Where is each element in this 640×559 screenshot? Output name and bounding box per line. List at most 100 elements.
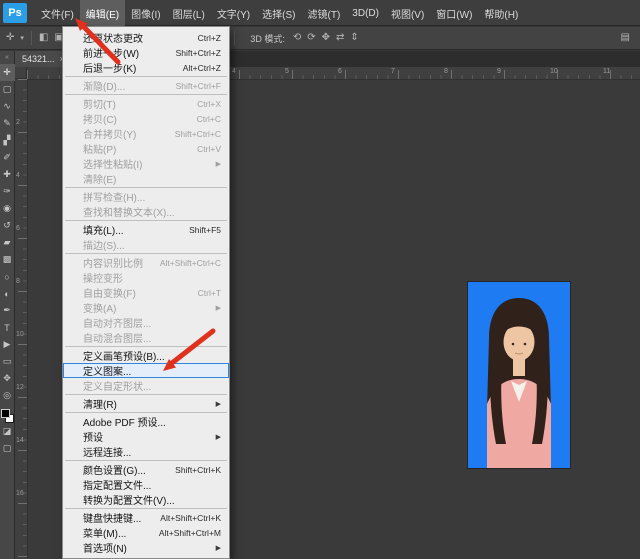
edit-menu-item[interactable]: 定义图案...: [63, 363, 229, 378]
quick-mask-icon[interactable]: ◪: [0, 423, 15, 440]
hand-tool[interactable]: ✥: [0, 370, 15, 387]
edit-menu-item[interactable]: 首选项(N)▶: [63, 540, 229, 555]
menu-separator: [65, 220, 227, 221]
align-left-icon[interactable]: ◧: [37, 31, 50, 45]
photo-eye-right: [524, 343, 527, 346]
menu-item-shortcut: Alt+Shift+Ctrl+K: [160, 513, 223, 523]
edit-menu-item[interactable]: 合并拷贝(Y)Shift+Ctrl+C: [63, 126, 229, 141]
3d-drag-icon[interactable]: ✥: [320, 31, 332, 45]
move-tool[interactable]: ✛: [0, 64, 15, 81]
edit-menu-item[interactable]: 菜单(M)...Alt+Shift+Ctrl+M: [63, 525, 229, 540]
portrait-photo[interactable]: [468, 282, 570, 468]
history-brush-tool[interactable]: ↺: [0, 217, 15, 234]
menubar-item-3d[interactable]: 3D(D): [346, 0, 385, 26]
menubar-item-view[interactable]: 视图(V): [385, 0, 430, 26]
edit-menu-item[interactable]: 拷贝(C)Ctrl+C: [63, 111, 229, 126]
edit-menu-item[interactable]: 后退一步(K)Alt+Ctrl+Z: [63, 60, 229, 75]
menubar-item-edit[interactable]: 编辑(E): [80, 0, 125, 26]
menu-separator: [65, 76, 227, 77]
edit-menu-item[interactable]: 操控变形: [63, 270, 229, 285]
edit-menu-item[interactable]: 预设▶: [63, 429, 229, 444]
gradient-tool[interactable]: ▩: [0, 251, 15, 268]
lasso-tool[interactable]: ∿: [0, 98, 15, 115]
edit-menu-item[interactable]: 自动混合图层...: [63, 330, 229, 345]
edit-menu-item[interactable]: 定义画笔预设(B)...: [63, 348, 229, 363]
crop-tool[interactable]: ▞: [0, 132, 15, 149]
menu-item-label: 填充(L)...: [83, 222, 124, 237]
menubar-item-type[interactable]: 文字(Y): [211, 0, 256, 26]
edit-menu-item[interactable]: 清理(R)▶: [63, 396, 229, 411]
vertical-ruler[interactable]: 246810121416: [15, 79, 28, 559]
marquee-tool[interactable]: ▢: [0, 81, 15, 98]
edit-menu-item[interactable]: 键盘快捷键...Alt+Shift+Ctrl+K: [63, 510, 229, 525]
edit-menu-item[interactable]: 描边(S)...: [63, 237, 229, 252]
3d-rotate-icon[interactable]: ⟲: [291, 31, 303, 45]
edit-menu-item[interactable]: 还原状态更改Ctrl+Z: [63, 30, 229, 45]
foreground-color-swatch[interactable]: [1, 409, 10, 418]
ruler-origin-corner[interactable]: [15, 67, 27, 79]
edit-menu-item[interactable]: 指定配置文件...: [63, 477, 229, 492]
edit-menu-item[interactable]: 远程连接...: [63, 444, 229, 459]
menu-item-shortcut: Alt+Ctrl+Z: [183, 63, 223, 73]
menu-item-label: 拷贝(C): [83, 111, 117, 126]
menu-item-label: 粘贴(P): [83, 141, 116, 156]
type-tool[interactable]: T: [0, 319, 15, 336]
edit-menu-item[interactable]: 定义自定形状...: [63, 378, 229, 393]
menu-item-label: Adobe PDF 预设...: [83, 414, 166, 429]
tool-preset-caret-icon[interactable]: ▾: [18, 33, 26, 44]
pen-tool[interactable]: ✒: [0, 302, 15, 319]
dodge-tool[interactable]: ◐: [0, 285, 15, 302]
workspace-icon[interactable]: ▤: [619, 31, 632, 45]
shape-tool[interactable]: ▭: [0, 353, 15, 370]
edit-menu-item[interactable]: 清除(E): [63, 171, 229, 186]
edit-menu-item[interactable]: 查找和替换文本(X)...: [63, 204, 229, 219]
edit-menu-item[interactable]: 选择性粘贴(I)▶: [63, 156, 229, 171]
3d-roll-icon[interactable]: ⟳: [305, 31, 317, 45]
eyedropper-tool[interactable]: ✐: [0, 149, 15, 166]
edit-menu-item[interactable]: 填充(L)...Shift+F5: [63, 222, 229, 237]
eraser-tool[interactable]: ▰: [0, 234, 15, 251]
healing-brush-tool[interactable]: ✚: [0, 166, 15, 183]
menu-separator: [65, 508, 227, 509]
clone-stamp-tool[interactable]: ◉: [0, 200, 15, 217]
edit-menu-item[interactable]: 自由变换(F)Ctrl+T: [63, 285, 229, 300]
menu-item-label: 远程连接...: [83, 444, 131, 459]
menubar-item-file[interactable]: 文件(F): [35, 0, 80, 26]
path-selection-tool[interactable]: ▶: [0, 336, 15, 353]
edit-menu-item[interactable]: 自动对齐图层...: [63, 315, 229, 330]
menubar-item-layer[interactable]: 图层(L): [167, 0, 211, 26]
edit-menu-item[interactable]: 前进一步(W)Shift+Ctrl+Z: [63, 45, 229, 60]
edit-menu-item[interactable]: 变换(A)▶: [63, 300, 229, 315]
zoom-tool[interactable]: ◎: [0, 387, 15, 404]
brush-tool[interactable]: ✑: [0, 183, 15, 200]
edit-menu-item[interactable]: 粘贴(P)Ctrl+V: [63, 141, 229, 156]
edit-menu-item[interactable]: Adobe PDF 预设...: [63, 414, 229, 429]
menubar-item-select[interactable]: 选择(S): [256, 0, 301, 26]
3d-slide-icon[interactable]: ⇄: [334, 31, 346, 45]
edit-menu-item[interactable]: 颜色设置(G)...Shift+Ctrl+K: [63, 462, 229, 477]
menu-item-label: 描边(S)...: [83, 237, 125, 252]
menu-item-label: 操控变形: [83, 270, 123, 285]
menubar-item-window[interactable]: 窗口(W): [430, 0, 478, 26]
menubar-item-help[interactable]: 帮助(H): [478, 0, 524, 26]
toolbar-collapse-icon[interactable]: «: [5, 51, 9, 64]
screen-mode-icon[interactable]: ▢: [0, 440, 15, 457]
ruler-number: 10: [550, 68, 558, 75]
move-tool-icon[interactable]: ✛: [4, 31, 16, 45]
menu-item-shortcut: Shift+Ctrl+K: [175, 465, 223, 475]
edit-menu-item[interactable]: 转换为配置文件(V)...: [63, 492, 229, 507]
color-swatches[interactable]: [1, 409, 14, 423]
edit-menu-item[interactable]: 剪切(T)Ctrl+X: [63, 96, 229, 111]
edit-menu-item[interactable]: 拼写检查(H)...: [63, 189, 229, 204]
ruler-number: 16: [16, 490, 24, 497]
edit-menu-item[interactable]: 内容识别比例Alt+Shift+Ctrl+C: [63, 255, 229, 270]
menu-item-label: 合并拷贝(Y): [83, 126, 136, 141]
menubar-item-filter[interactable]: 滤镜(T): [302, 0, 347, 26]
3d-scale-icon[interactable]: ⇕: [348, 31, 360, 45]
quick-selection-tool[interactable]: ✎: [0, 115, 15, 132]
menu-item-shortcut: Ctrl+Z: [198, 33, 223, 43]
menubar-item-image[interactable]: 图像(I): [125, 0, 166, 26]
edit-menu-item[interactable]: 渐隐(D)...Shift+Ctrl+F: [63, 78, 229, 93]
menu-item-label: 查找和替换文本(X)...: [83, 204, 175, 219]
blur-tool[interactable]: ○: [0, 268, 15, 285]
